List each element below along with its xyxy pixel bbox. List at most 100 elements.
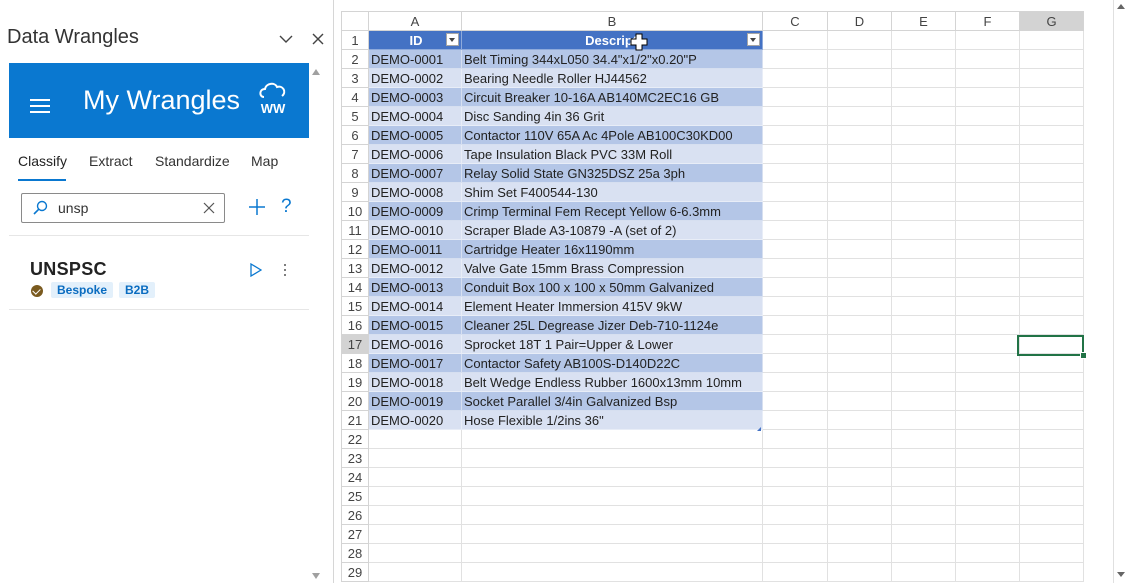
cell[interactable] (891, 429, 956, 449)
cell[interactable] (891, 277, 956, 297)
cell[interactable] (891, 353, 956, 373)
cell[interactable] (762, 353, 828, 373)
row-header[interactable]: 6 (341, 125, 369, 145)
row-header[interactable]: 22 (341, 429, 369, 449)
cell[interactable] (891, 486, 956, 506)
row-header[interactable]: 15 (341, 296, 369, 316)
id-cell[interactable]: DEMO-0014 (368, 296, 462, 316)
cell[interactable] (762, 315, 828, 335)
cell[interactable] (1019, 239, 1084, 259)
tab-classify[interactable]: Classify (18, 153, 67, 169)
row-header[interactable]: 3 (341, 68, 369, 88)
cell[interactable] (762, 391, 828, 411)
cell[interactable] (762, 106, 828, 126)
cell[interactable] (955, 106, 1020, 126)
cell[interactable] (368, 486, 462, 506)
cell[interactable] (368, 448, 462, 468)
help-icon[interactable]: ? (281, 196, 292, 218)
cell[interactable] (955, 543, 1020, 563)
cell[interactable] (827, 543, 892, 563)
cell[interactable] (368, 467, 462, 487)
wrangle-list-item[interactable]: UNSPSC Bespoke B2B (9, 245, 309, 309)
cell[interactable] (955, 524, 1020, 544)
run-icon[interactable] (250, 263, 262, 277)
cell[interactable] (827, 334, 892, 354)
cell[interactable] (891, 220, 956, 240)
cell[interactable] (955, 163, 1020, 183)
cell[interactable] (762, 296, 828, 316)
row-header[interactable]: 21 (341, 410, 369, 430)
cell[interactable] (762, 467, 828, 487)
id-cell[interactable]: DEMO-0015 (368, 315, 462, 335)
pane-scrollbar[interactable] (310, 63, 322, 583)
tab-map[interactable]: Map (251, 153, 278, 169)
row-header[interactable]: 12 (341, 239, 369, 259)
cell[interactable] (368, 562, 462, 582)
cell[interactable] (1019, 505, 1084, 525)
cell[interactable] (368, 429, 462, 449)
cell[interactable] (762, 334, 828, 354)
cell[interactable] (955, 353, 1020, 373)
cell[interactable] (827, 30, 892, 50)
id-cell[interactable]: DEMO-0008 (368, 182, 462, 202)
cell[interactable] (762, 201, 828, 221)
cell[interactable] (891, 372, 956, 392)
cell[interactable] (827, 429, 892, 449)
cell[interactable] (891, 106, 956, 126)
cell[interactable] (891, 296, 956, 316)
description-cell[interactable]: Belt Timing 344xL050 34.4"x1/2"x0.20"P (461, 49, 763, 69)
tab-standardize[interactable]: Standardize (155, 153, 230, 169)
row-header[interactable]: 17 (341, 334, 369, 354)
description-cell[interactable]: Hose Flexible 1/2ins 36" (461, 410, 763, 430)
cell[interactable] (762, 258, 828, 278)
column-header-g[interactable]: G (1019, 11, 1084, 31)
cell[interactable] (955, 125, 1020, 145)
cell[interactable] (461, 505, 763, 525)
cell[interactable] (827, 372, 892, 392)
id-cell[interactable]: DEMO-0019 (368, 391, 462, 411)
description-cell[interactable]: Crimp Terminal Fem Recept Yellow 6-6.3mm (461, 201, 763, 221)
table-header-id[interactable]: ID (368, 30, 462, 50)
cell[interactable] (955, 372, 1020, 392)
cell[interactable] (955, 49, 1020, 69)
cell[interactable] (827, 353, 892, 373)
row-header[interactable]: 4 (341, 87, 369, 107)
cell[interactable] (762, 125, 828, 145)
column-header-b[interactable]: B (461, 11, 763, 31)
cell[interactable] (762, 505, 828, 525)
id-cell[interactable]: DEMO-0016 (368, 334, 462, 354)
cell[interactable] (1019, 296, 1084, 316)
id-cell[interactable]: DEMO-0011 (368, 239, 462, 259)
row-header[interactable]: 25 (341, 486, 369, 506)
cell[interactable] (368, 543, 462, 563)
row-header[interactable]: 2 (341, 49, 369, 69)
cell[interactable] (1019, 524, 1084, 544)
cell[interactable] (955, 429, 1020, 449)
row-header[interactable]: 24 (341, 467, 369, 487)
cell[interactable] (955, 448, 1020, 468)
cell[interactable] (762, 448, 828, 468)
cell[interactable] (891, 391, 956, 411)
cell[interactable] (827, 87, 892, 107)
row-header[interactable]: 28 (341, 543, 369, 563)
cell[interactable] (955, 296, 1020, 316)
cell[interactable] (461, 524, 763, 544)
cell[interactable] (827, 391, 892, 411)
add-icon[interactable] (247, 197, 267, 217)
column-header-e[interactable]: E (891, 11, 956, 31)
description-cell[interactable]: Shim Set F400544-130 (461, 182, 763, 202)
cell[interactable] (827, 201, 892, 221)
column-header-d[interactable]: D (827, 11, 892, 31)
cell[interactable] (368, 524, 462, 544)
cell[interactable] (827, 296, 892, 316)
cell[interactable] (891, 30, 956, 50)
table-resize-handle[interactable] (757, 427, 761, 431)
description-cell[interactable]: Valve Gate 15mm Brass Compression (461, 258, 763, 278)
cell[interactable] (1019, 315, 1084, 335)
cell[interactable] (1019, 125, 1084, 145)
tab-extract[interactable]: Extract (89, 153, 133, 169)
description-cell[interactable]: Cleaner 25L Degrease Jizer Deb-710-1124e (461, 315, 763, 335)
cell[interactable] (1019, 220, 1084, 240)
hamburger-menu-icon[interactable] (30, 99, 50, 113)
cell[interactable] (891, 467, 956, 487)
